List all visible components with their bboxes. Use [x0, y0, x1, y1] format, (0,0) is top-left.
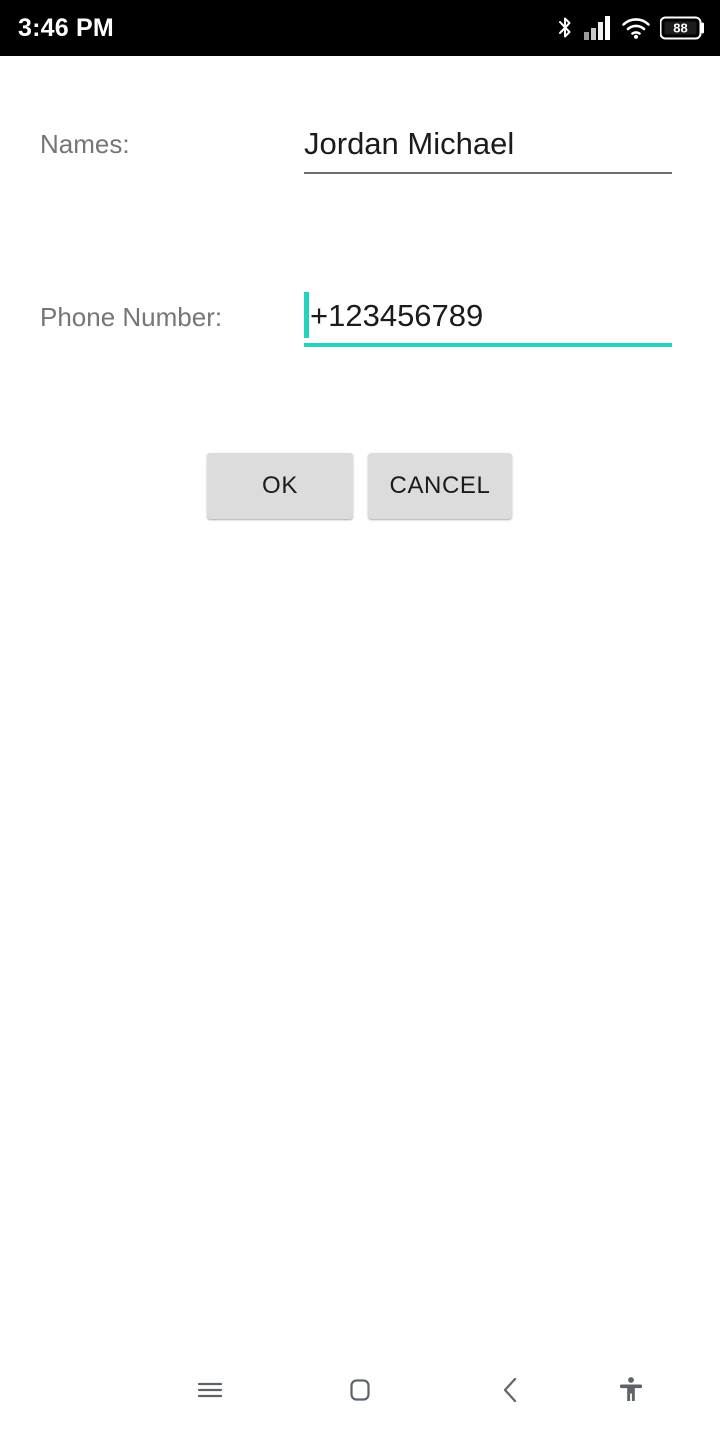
navigation-bar — [0, 1344, 720, 1440]
phone-number-input-value: +123456789 — [310, 297, 484, 333]
phone-number-input[interactable]: +123456789 — [304, 287, 672, 347]
bluetooth-icon — [555, 14, 575, 42]
chevron-left-icon — [494, 1373, 528, 1412]
back-button[interactable] — [463, 1344, 559, 1440]
home-button[interactable] — [312, 1344, 408, 1440]
status-bar: 3:46 PM 88 — [0, 0, 720, 56]
main-content: Names: Jordan Michael Phone Number: +123… — [0, 56, 720, 1344]
names-input[interactable]: Jordan Michael — [304, 114, 672, 174]
names-input-value: Jordan Michael — [304, 125, 515, 161]
status-bar-clock: 3:46 PM — [18, 13, 114, 42]
cellular-signal-icon — [584, 16, 612, 40]
accessibility-button[interactable] — [583, 1344, 679, 1440]
battery-percent-text: 88 — [673, 21, 687, 36]
cancel-button[interactable]: CANCEL — [368, 453, 512, 519]
button-row: OK CANCEL — [0, 453, 720, 519]
wifi-icon — [621, 16, 651, 40]
phone-number-field-row: Phone Number: +123456789 — [0, 287, 720, 347]
phone-number-label: Phone Number: — [40, 301, 223, 332]
names-label: Names: — [40, 128, 130, 159]
accessibility-person-icon — [614, 1373, 648, 1412]
ok-button[interactable]: OK — [207, 453, 353, 519]
text-caret — [304, 292, 309, 338]
rounded-square-icon — [343, 1373, 377, 1412]
recents-button[interactable] — [162, 1344, 258, 1440]
battery-icon: 88 — [659, 16, 706, 40]
status-bar-icons: 88 — [555, 14, 706, 42]
hamburger-icon — [193, 1373, 227, 1412]
names-field-row: Names: Jordan Michael — [0, 114, 720, 174]
